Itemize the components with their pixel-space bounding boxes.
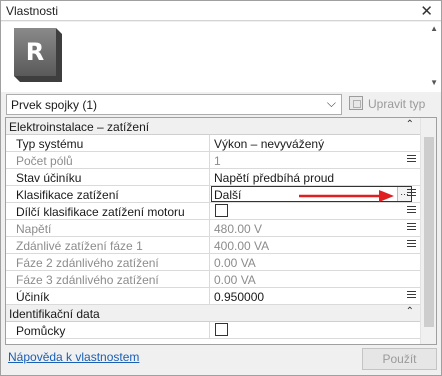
- apply-button[interactable]: Použít: [362, 348, 437, 370]
- title-bar: Vlastnosti ✕: [1, 1, 441, 21]
- property-name: Pomůcky: [6, 322, 210, 338]
- property-row-load-classification: Klasifikace zatížení Další …: [6, 186, 420, 203]
- property-row-number-of-poles: Počet pólů 1: [6, 152, 420, 169]
- property-row-tools: Pomůcky: [6, 322, 420, 339]
- associate-parameter-icon[interactable]: [407, 240, 416, 252]
- property-name: Stav účiníku: [6, 169, 210, 185]
- scrollbar-thumb[interactable]: [424, 137, 434, 327]
- collapse-icon[interactable]: ⌃: [406, 119, 414, 130]
- property-value[interactable]: 0.950000: [211, 288, 404, 304]
- property-value: 0.00 VA: [214, 256, 256, 270]
- associate-parameter-icon[interactable]: [407, 291, 416, 303]
- property-value[interactable]: Výkon – nevyvážený: [211, 135, 404, 151]
- vertical-scrollbar[interactable]: [420, 118, 436, 344]
- type-selector-dropdown[interactable]: Prvek spojky (1) ⌵: [6, 94, 342, 115]
- load-classification-field[interactable]: Další …: [211, 186, 412, 202]
- group-label: Identifikační data: [9, 307, 100, 321]
- property-row-apparent-load-phase-2: Fáze 2 zdánlivého zatížení 0.00 VA: [6, 254, 420, 271]
- edit-type-icon: [349, 96, 363, 110]
- property-value: [211, 203, 404, 219]
- property-rows: Elektroinstalace – zatížení ⌃ Typ systém…: [6, 118, 420, 339]
- property-row-power-factor-state: Stav účiníku Napětí předbíhá proud: [6, 169, 420, 186]
- property-row-motor-load-subclass: Dílčí klasifikace zatížení motoru: [6, 203, 420, 220]
- property-name: Fáze 3 zdánlivého zatížení: [6, 271, 210, 287]
- associate-parameter-icon[interactable]: [407, 206, 416, 218]
- chevron-down-icon[interactable]: ⌵: [327, 96, 336, 111]
- property-value: 1: [214, 154, 221, 168]
- edit-type-label: Upravit typ: [368, 97, 426, 111]
- property-row-system-type: Typ systému Výkon – nevyvážený: [6, 135, 420, 152]
- collapse-icon[interactable]: ⌃: [406, 306, 414, 317]
- group-header-identity-data[interactable]: Identifikační data ⌃: [6, 305, 420, 322]
- revit-family-icon: R: [14, 28, 62, 82]
- property-value[interactable]: Napětí předbíhá proud: [211, 169, 404, 185]
- type-selector-row: Prvek spojky (1) ⌵ Upravit typ: [1, 93, 441, 117]
- property-value: 400.00 VA: [214, 239, 270, 253]
- property-name: Klasifikace zatížení: [6, 186, 210, 202]
- scroll-down-icon[interactable]: ▼: [430, 78, 438, 87]
- group-label: Elektroinstalace – zatížení: [9, 120, 150, 134]
- associate-parameter-icon[interactable]: [407, 189, 416, 201]
- tools-checkbox[interactable]: [215, 323, 228, 336]
- property-name: Dílčí klasifikace zatížení motoru: [6, 203, 210, 219]
- scroll-up-icon[interactable]: ▲: [430, 24, 438, 33]
- window-title: Vlastnosti: [6, 4, 59, 18]
- property-row-apparent-load-phase-3: Fáze 3 zdánlivého zatížení 0.00 VA: [6, 271, 420, 288]
- property-name: Zdánlivé zatížení fáze 1: [6, 237, 210, 253]
- property-value: [211, 322, 404, 338]
- property-name: Typ systému: [6, 135, 210, 151]
- properties-grid: Elektroinstalace – zatížení ⌃ Typ systém…: [5, 117, 437, 345]
- type-image-area: R ▲ ▼: [1, 22, 441, 92]
- property-row-apparent-load-phase-1: Zdánlivé zatížení fáze 1 400.00 VA: [6, 237, 420, 254]
- property-name: Napětí: [6, 220, 210, 236]
- properties-help-link[interactable]: Nápověda k vlastnostem: [8, 350, 139, 364]
- associate-parameter-icon[interactable]: [407, 155, 416, 167]
- property-row-voltage: Napětí 480.00 V: [6, 220, 420, 237]
- properties-window: Vlastnosti ✕ R ▲ ▼ Prvek spojky (1) ⌵ Up…: [0, 0, 442, 376]
- edit-type-button[interactable]: Upravit typ: [347, 94, 439, 115]
- property-name: Účiník: [6, 288, 210, 304]
- associate-parameter-icon[interactable]: [407, 223, 416, 235]
- property-value: 480.00 V: [214, 222, 263, 236]
- svg-text:R: R: [26, 38, 44, 66]
- property-row-power-factor: Účiník 0.950000: [6, 288, 420, 305]
- type-selector-value: Prvek spojky (1): [11, 98, 98, 112]
- property-value: 0.00 VA: [214, 273, 256, 287]
- group-header-electrical-loads[interactable]: Elektroinstalace – zatížení ⌃: [6, 118, 420, 135]
- property-name: Fáze 2 zdánlivého zatížení: [6, 254, 210, 270]
- close-icon[interactable]: ✕: [420, 2, 433, 20]
- load-classification-value: Další: [214, 188, 242, 202]
- property-name: Počet pólů: [6, 152, 210, 168]
- motor-subclass-checkbox[interactable]: [215, 204, 228, 217]
